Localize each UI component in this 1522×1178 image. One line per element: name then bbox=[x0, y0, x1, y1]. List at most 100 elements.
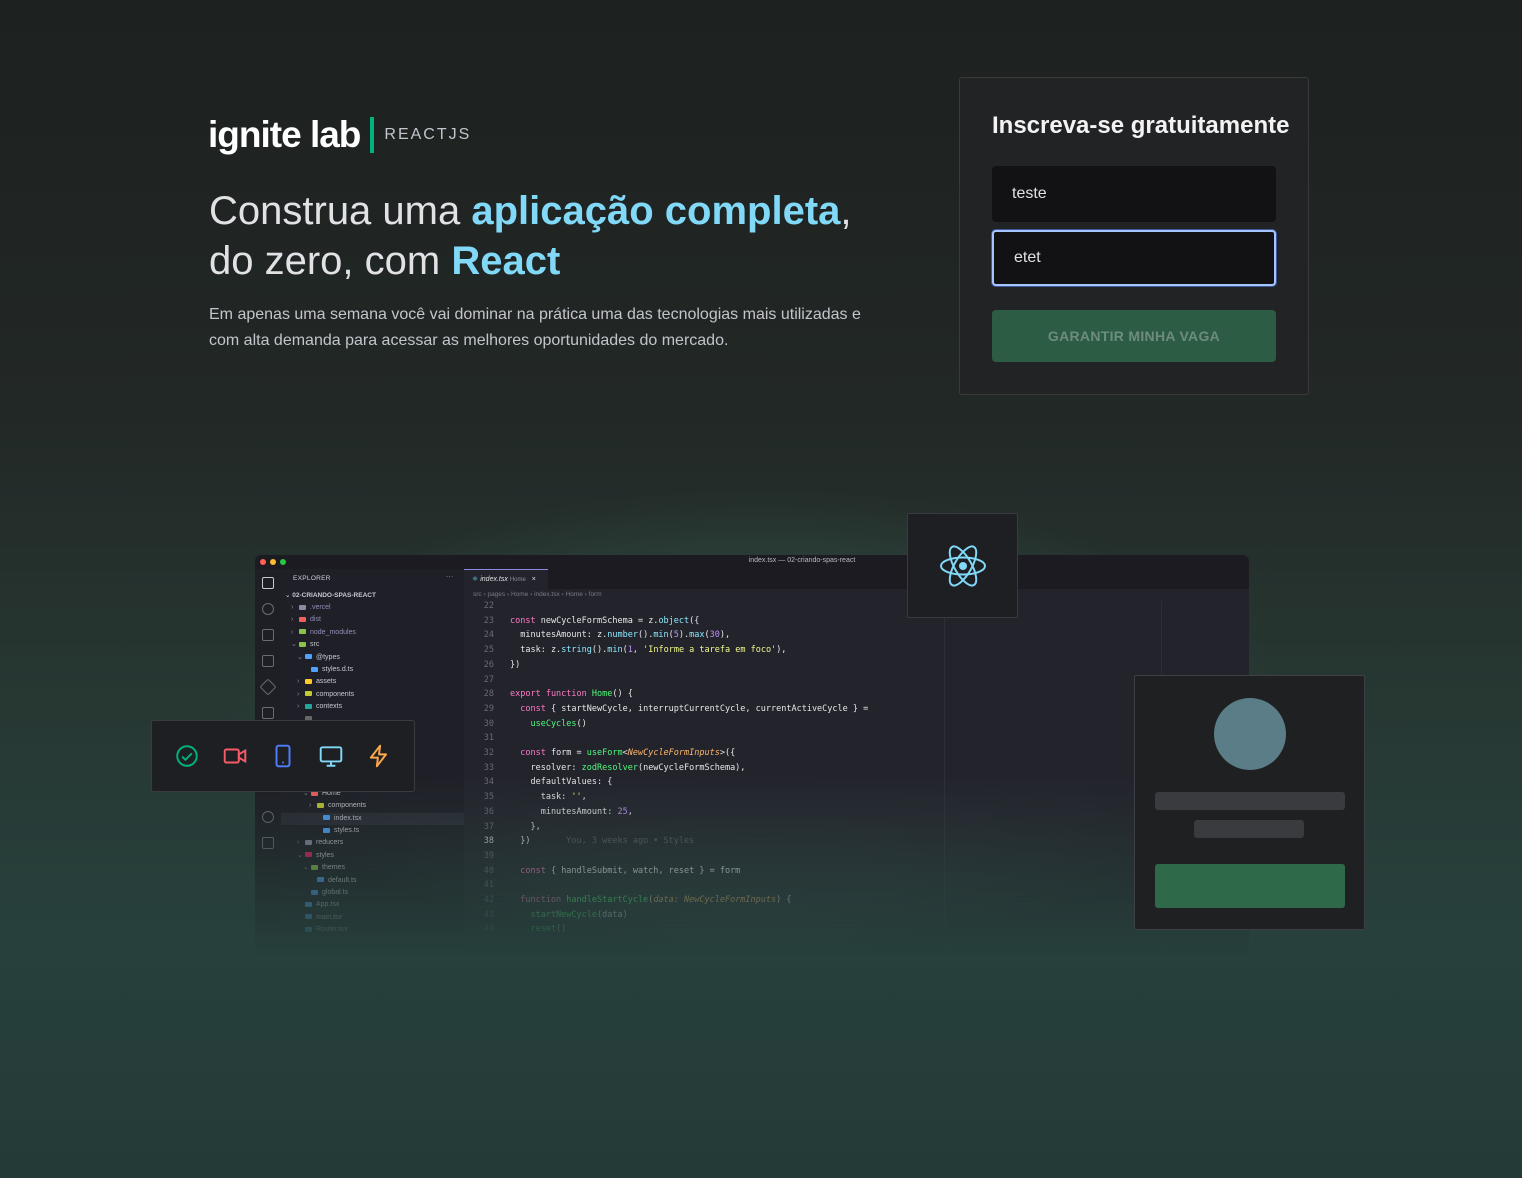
file-tree-item[interactable]: global.ts bbox=[281, 887, 464, 899]
code-token: useCycles bbox=[510, 718, 577, 729]
brand-logo: ignite lab REACTJS bbox=[208, 114, 471, 156]
tree-arrow-icon: › bbox=[297, 690, 300, 698]
line-number: 34 bbox=[483, 777, 494, 788]
file-tree-item[interactable]: › components bbox=[281, 800, 464, 812]
file-type-icon bbox=[317, 802, 324, 808]
editor-tabs: ⚛ index.tsx Home × bbox=[464, 569, 1249, 589]
file-tree-label: src bbox=[310, 641, 320, 649]
code-line: function handleStartCycle(data: NewCycle… bbox=[510, 895, 792, 905]
tree-arrow-icon: ⌄ bbox=[297, 653, 303, 661]
line-number: 24 bbox=[483, 630, 494, 641]
file-tree-item[interactable]: › assets bbox=[281, 676, 464, 688]
code-line: startNewCycle(data) bbox=[510, 909, 628, 920]
file-tree-label: node_modules bbox=[310, 628, 356, 636]
search-icon[interactable] bbox=[262, 603, 274, 615]
tree-arrow-icon: ⌄ bbox=[297, 851, 303, 859]
tree-arrow-icon: ⌄ bbox=[291, 641, 297, 649]
file-tree-item[interactable]: default.ts bbox=[281, 875, 464, 887]
submit-button[interactable]: GARANTIR MINHA VAGA bbox=[992, 310, 1276, 362]
line-number: 32 bbox=[483, 748, 494, 758]
file-tree-item[interactable]: App.tsx bbox=[281, 899, 464, 911]
file-tree-item[interactable]: › dist bbox=[281, 614, 464, 626]
code-line: const newCycleFormSchema = z.object({ bbox=[510, 616, 699, 626]
tree-arrow-icon: › bbox=[309, 802, 312, 810]
file-tree-item[interactable]: › .vercel bbox=[281, 602, 464, 614]
code-token: minutesAmount: bbox=[510, 806, 618, 817]
role-placeholder bbox=[1194, 820, 1304, 838]
file-tree-item[interactable]: › contexts bbox=[281, 701, 464, 713]
headline-highlight-1: aplicação completa bbox=[471, 189, 841, 233]
headline-text-1: Construa uma bbox=[209, 189, 472, 233]
code-token: NewCycleFormInputs bbox=[627, 748, 720, 758]
code-line: defaultValues: { bbox=[510, 777, 612, 787]
file-tree-item[interactable]: › node_modules bbox=[281, 627, 464, 639]
breadcrumb-item[interactable]: Home bbox=[511, 591, 528, 598]
source-control-icon[interactable] bbox=[262, 629, 274, 641]
file-tree-item[interactable]: Router.tsx bbox=[281, 924, 464, 936]
name-input[interactable]: teste bbox=[992, 166, 1276, 222]
tree-arrow-icon: › bbox=[297, 703, 300, 711]
code-token: function bbox=[510, 895, 567, 905]
code-token: >({ bbox=[719, 748, 736, 758]
code-token: Home bbox=[591, 689, 613, 700]
line-number: 41 bbox=[483, 880, 494, 891]
file-tree-label: styles.ts bbox=[334, 827, 360, 835]
code-token: zodResolver bbox=[581, 762, 638, 773]
code-token: task: bbox=[510, 792, 572, 803]
code-token: }) bbox=[510, 836, 531, 847]
file-tree-item[interactable]: index.tsx bbox=[281, 812, 464, 826]
code-token: 30 bbox=[709, 630, 720, 641]
code-line: const { startNewCycle, interruptCurrentC… bbox=[510, 704, 868, 714]
code-token: () bbox=[576, 718, 587, 729]
files-icon[interactable] bbox=[262, 577, 274, 589]
hero-description: Em apenas uma semana você vai dominar na… bbox=[209, 306, 861, 349]
extensions-icon[interactable] bbox=[259, 678, 277, 696]
code-area[interactable]: 22 23 const newCycleFormSchema = z.object(… bbox=[464, 601, 1249, 955]
breadcrumb-item[interactable]: src bbox=[473, 591, 482, 598]
explorer-more-icon[interactable]: ··· bbox=[446, 573, 453, 580]
tree-arrow-icon: › bbox=[291, 616, 294, 624]
file-tree-item[interactable]: ⌄ themes bbox=[281, 862, 464, 874]
file-tree-item[interactable]: › components bbox=[281, 689, 464, 701]
code-token: ) { bbox=[776, 895, 792, 905]
file-type-icon bbox=[305, 654, 312, 660]
file-tree-item[interactable]: styles.ts bbox=[281, 825, 464, 837]
code-token: ), bbox=[776, 645, 787, 656]
line-number: 22 bbox=[483, 601, 494, 611]
file-tree-item[interactable]: ⌄ @types bbox=[281, 652, 464, 664]
line-number: 29 bbox=[483, 703, 494, 714]
breadcrumb-item[interactable]: pages bbox=[487, 591, 505, 598]
line-number: 31 bbox=[483, 733, 494, 744]
remote-icon[interactable] bbox=[262, 811, 274, 823]
tab-index-tsx[interactable]: ⚛ index.tsx Home × bbox=[464, 569, 548, 589]
file-type-icon bbox=[311, 666, 318, 672]
file-tree-item[interactable]: ⌄ src bbox=[281, 639, 464, 651]
tab-folder-label: Home bbox=[509, 577, 526, 583]
breadcrumb-item[interactable]: form bbox=[589, 591, 602, 598]
file-tree-label: @types bbox=[316, 653, 340, 661]
code-token: { startNewCycle, interruptCurrentCycle, … bbox=[550, 703, 869, 714]
indent-guide bbox=[944, 601, 945, 955]
debug-icon[interactable] bbox=[262, 655, 274, 667]
breadcrumb-item[interactable]: Home bbox=[566, 591, 583, 598]
code-token: data: NewCycleFormInputs bbox=[653, 895, 777, 905]
code-token: (data) bbox=[597, 909, 628, 920]
line-number: 33 bbox=[483, 762, 494, 773]
breadcrumb-item[interactable]: index.tsx bbox=[534, 591, 560, 598]
file-tree-item[interactable]: styles.d.ts bbox=[281, 664, 464, 676]
code-token: task: z. bbox=[510, 645, 562, 656]
file-tree-item[interactable]: › reducers bbox=[281, 837, 464, 849]
email-input[interactable]: etet bbox=[992, 230, 1276, 286]
file-type-icon bbox=[311, 864, 318, 870]
signup-title: Inscreva-se gratuitamente bbox=[992, 112, 1290, 139]
line-number: 42 bbox=[483, 895, 494, 905]
profile-action-button[interactable] bbox=[1155, 864, 1345, 908]
line-number: 23 bbox=[483, 615, 494, 626]
account-icon[interactable] bbox=[262, 837, 274, 849]
file-tree-item[interactable]: ⌄ styles bbox=[281, 850, 464, 862]
file-tree-item[interactable]: main.tsx bbox=[281, 912, 464, 924]
tab-close-icon[interactable]: × bbox=[532, 576, 536, 583]
code-line: }) You, 3 weeks ago • Styles bbox=[510, 836, 694, 846]
code-token: resolver: bbox=[510, 762, 582, 773]
panel-icon[interactable] bbox=[262, 707, 274, 719]
